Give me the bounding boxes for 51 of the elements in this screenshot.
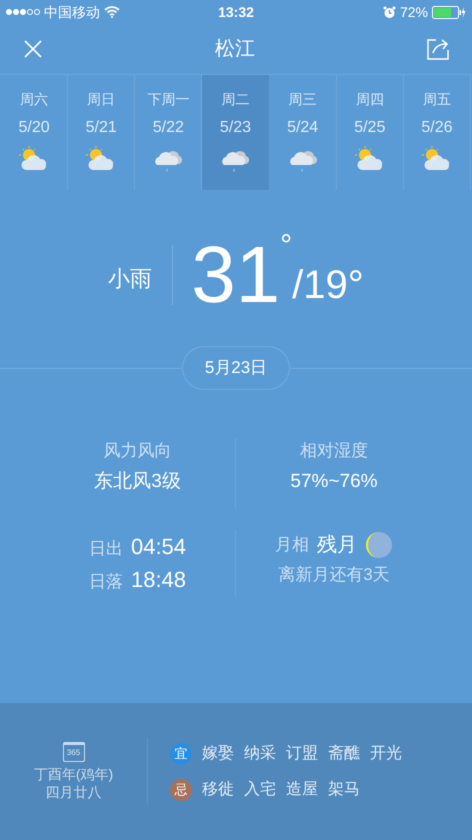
date-pill: 5月23日 xyxy=(182,346,290,390)
almanac-item: 订盟 xyxy=(286,744,318,764)
crescent-moon-icon xyxy=(365,531,393,559)
share-icon xyxy=(426,37,450,61)
almanac-item: 斋醮 xyxy=(328,744,360,764)
moon-label: 月相 xyxy=(275,534,309,556)
almanac-item: 架马 xyxy=(328,780,360,800)
almanac-item: 嫁娶 xyxy=(202,744,234,764)
day-tab[interactable]: 周三 5/24 xyxy=(270,75,337,190)
high-temperature: 31 xyxy=(191,235,280,315)
battery-percent: 72% xyxy=(400,2,428,22)
humidity-label: 相对湿度 xyxy=(300,440,368,462)
alarm-icon xyxy=(382,6,396,18)
sunset-label: 日落 xyxy=(88,571,123,593)
day-tab[interactable]: 周二 5/23 xyxy=(202,75,270,190)
humidity-value: 57%~76% xyxy=(290,470,378,494)
low-temperature: 19° xyxy=(303,265,364,305)
battery-icon xyxy=(432,6,466,18)
wind-label: 风力风向 xyxy=(104,440,172,462)
lunar-date: 四月廿八 xyxy=(46,784,102,801)
almanac-item: 造屋 xyxy=(286,780,318,800)
day-tab[interactable]: 周五 5/26 xyxy=(404,75,471,190)
day-tab[interactable]: 周日 5/21 xyxy=(68,75,136,190)
partly-cloudy-icon xyxy=(354,146,385,172)
city-title: 松江 xyxy=(215,37,255,62)
almanac-item: 纳采 xyxy=(244,744,276,764)
sunset-time: 18:48 xyxy=(130,566,186,594)
moon-phase: 残月 xyxy=(317,533,357,558)
almanac-badge: 宜 xyxy=(170,742,192,764)
wind-value: 东北风3级 xyxy=(94,470,181,494)
status-time: 13:32 xyxy=(218,2,254,22)
moon-note: 离新月还有3天 xyxy=(278,564,390,586)
wifi-icon xyxy=(104,6,120,18)
close-icon xyxy=(23,39,43,59)
almanac-item: 开光 xyxy=(370,744,402,764)
partly-cloudy-icon xyxy=(422,146,452,172)
sunrise-time: 04:54 xyxy=(130,533,186,561)
almanac-item: 入宅 xyxy=(244,780,276,800)
day-tab[interactable]: 周六 5/20 xyxy=(1,75,68,190)
almanac-item: 移徙 xyxy=(202,780,234,800)
degree-symbol: ° xyxy=(280,231,292,261)
weather-condition: 小雨 xyxy=(108,264,152,292)
calendar-icon: 365 xyxy=(62,742,84,762)
carrier-name: 中国移动 xyxy=(44,2,100,22)
lunar-year: 丁酉年(鸡年) xyxy=(34,766,114,784)
temperature-separator: / xyxy=(292,265,304,305)
almanac-badge: 忌 xyxy=(170,778,192,800)
close-button[interactable] xyxy=(22,38,44,60)
share-button[interactable] xyxy=(426,37,450,61)
sunrise-label: 日出 xyxy=(88,538,123,560)
day-tab[interactable]: 周四 5/25 xyxy=(336,75,404,190)
